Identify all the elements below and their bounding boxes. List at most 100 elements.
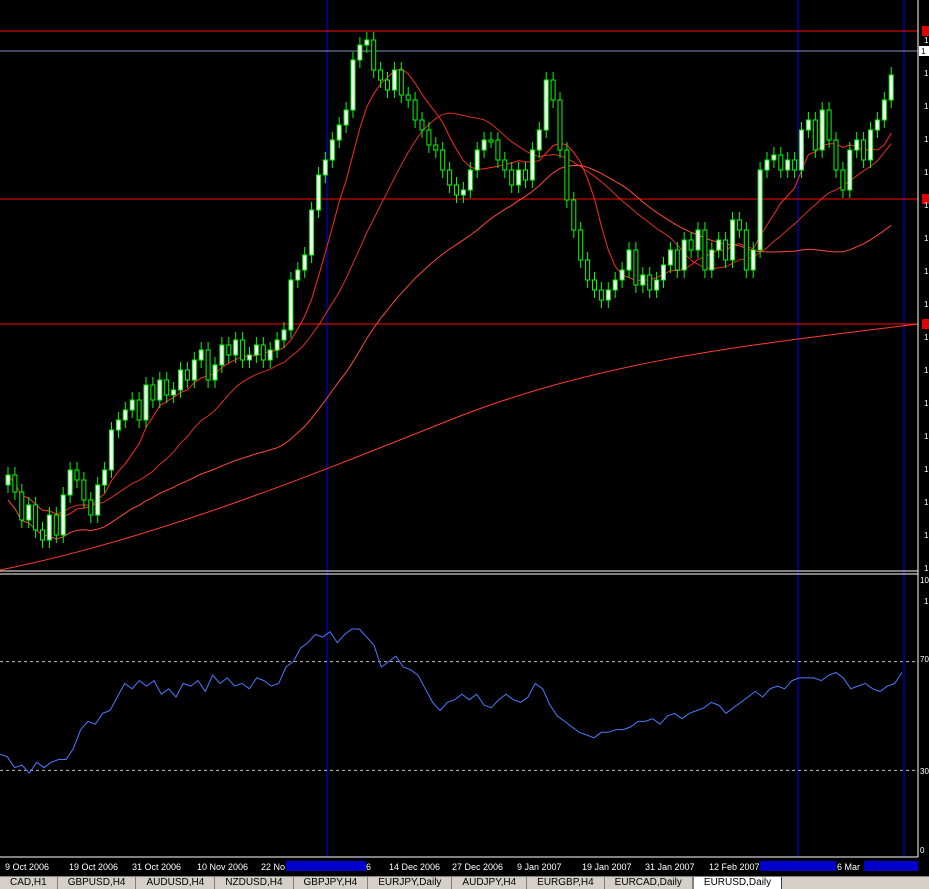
candle-body bbox=[371, 39, 377, 71]
candle-body bbox=[709, 249, 715, 271]
tab-audjpy-h4[interactable]: AUDJPY,H4 bbox=[452, 877, 528, 889]
candle-body bbox=[854, 139, 860, 151]
candle-body bbox=[647, 274, 653, 291]
rsi-axis-label: 0 bbox=[920, 846, 925, 855]
candle-body bbox=[702, 229, 708, 271]
tab-eurjpy-daily[interactable]: EURJPY,Daily bbox=[368, 877, 453, 889]
candle-body bbox=[716, 239, 722, 251]
time-axis-label: 31 Oct 2006 bbox=[132, 862, 181, 872]
candlesticks bbox=[5, 32, 894, 548]
candle-body bbox=[253, 344, 259, 356]
candle-body bbox=[88, 499, 94, 516]
price-axis-label: 1 bbox=[924, 531, 929, 540]
candle-body bbox=[771, 154, 777, 161]
candle-body bbox=[343, 109, 349, 126]
candle-body bbox=[529, 149, 535, 181]
tab-nzdusd-h4[interactable]: NZDUSD,H4 bbox=[215, 877, 294, 889]
tab-eurusd-daily[interactable]: EURUSD,Daily bbox=[692, 877, 783, 889]
candle-body bbox=[847, 149, 853, 191]
candle-body bbox=[750, 249, 756, 271]
candle-body bbox=[654, 279, 660, 291]
candle-body bbox=[543, 79, 549, 131]
candle-body bbox=[488, 139, 494, 143]
price-axis-label: 1 bbox=[924, 168, 929, 177]
candle-body bbox=[322, 159, 328, 176]
tab-eurgbp-h4[interactable]: EURGBP,H4 bbox=[527, 877, 605, 889]
price-axis-label: 1 bbox=[924, 102, 929, 111]
tab-eurcad-daily[interactable]: EURCAD,Daily bbox=[605, 877, 693, 889]
candle-body bbox=[695, 229, 701, 251]
price-axis-label: 1 bbox=[924, 498, 929, 507]
candle-body bbox=[868, 129, 873, 161]
candle-body bbox=[743, 229, 749, 271]
candle-body bbox=[350, 59, 356, 111]
moving-average-long bbox=[0, 323, 919, 571]
candle-body bbox=[329, 139, 335, 161]
candle-body bbox=[40, 529, 45, 541]
current-price-label: 1 bbox=[921, 47, 926, 56]
rsi-axis-label: 30 bbox=[920, 767, 929, 776]
candle-body bbox=[164, 379, 170, 396]
time-axis-label: 12 Feb 2007 bbox=[709, 862, 760, 872]
candle-body bbox=[391, 69, 397, 91]
candle-body bbox=[550, 79, 556, 101]
candle-body bbox=[661, 264, 666, 281]
candle-body bbox=[861, 139, 867, 161]
candle-body bbox=[681, 239, 687, 271]
time-axis-label: 6 bbox=[366, 862, 371, 872]
candle-body bbox=[730, 219, 735, 261]
price-chart[interactable]: 1070300 11111111111111111119 Oct 2006 19 … bbox=[0, 0, 929, 876]
candle-body bbox=[812, 119, 818, 151]
candle-body bbox=[447, 169, 453, 186]
candle-body bbox=[5, 474, 11, 486]
candle-body bbox=[102, 469, 108, 486]
candle-body bbox=[509, 169, 515, 186]
candle-body bbox=[757, 169, 763, 251]
candle-body bbox=[12, 474, 18, 493]
candle-body bbox=[419, 119, 425, 131]
candle-body bbox=[874, 119, 880, 131]
price-axis-label: 1 bbox=[924, 267, 929, 276]
candle-body bbox=[460, 189, 466, 196]
candle-body bbox=[302, 254, 308, 271]
candle-body bbox=[502, 159, 508, 171]
candle-body bbox=[67, 469, 73, 496]
candle-body bbox=[150, 384, 156, 401]
time-highlight bbox=[286, 861, 366, 871]
candle-body bbox=[115, 419, 121, 431]
candle-body bbox=[288, 279, 294, 331]
time-axis-label: 19 Jan 2007 bbox=[582, 862, 632, 872]
candle-body bbox=[626, 249, 632, 271]
time-axis-label: 9 Oct 2006 bbox=[5, 862, 49, 872]
tab-cad-h1[interactable]: CAD,H1 bbox=[0, 877, 58, 889]
time-axis-label: 19 Oct 2006 bbox=[69, 862, 118, 872]
price-axis-label: 1 bbox=[924, 564, 929, 573]
price-axis-label: 1 bbox=[924, 69, 929, 78]
price-axis-label: 1 bbox=[924, 135, 929, 144]
candle-body bbox=[778, 154, 784, 171]
candle-body bbox=[81, 479, 87, 501]
candle-body bbox=[198, 349, 204, 361]
candle-body bbox=[688, 239, 694, 251]
candle-body bbox=[764, 159, 770, 171]
candle-body bbox=[495, 139, 501, 161]
candle-body bbox=[536, 129, 542, 151]
tab-gbpusd-h4[interactable]: GBPUSD,H4 bbox=[58, 877, 137, 889]
tab-audusd-h4[interactable]: AUDUSD,H4 bbox=[136, 877, 216, 889]
time-highlight bbox=[760, 861, 836, 871]
candle-body bbox=[316, 174, 321, 211]
candle-body bbox=[426, 129, 432, 146]
candle-body bbox=[571, 199, 577, 231]
candle-body bbox=[46, 514, 52, 541]
candle-body bbox=[109, 429, 114, 471]
rsi-axis-label: 10 bbox=[920, 576, 929, 585]
time-axis-label: 27 Dec 2006 bbox=[452, 862, 503, 872]
price-axis-label: 1 bbox=[924, 465, 929, 474]
candle-body bbox=[454, 184, 459, 196]
candle-body bbox=[357, 44, 363, 61]
tab-gbpjpy-h4[interactable]: GBPJPY,H4 bbox=[294, 877, 369, 889]
candle-body bbox=[723, 239, 729, 261]
candle-body bbox=[640, 274, 646, 286]
price-axis-label: 1 bbox=[924, 201, 929, 210]
candle-body bbox=[398, 69, 404, 96]
